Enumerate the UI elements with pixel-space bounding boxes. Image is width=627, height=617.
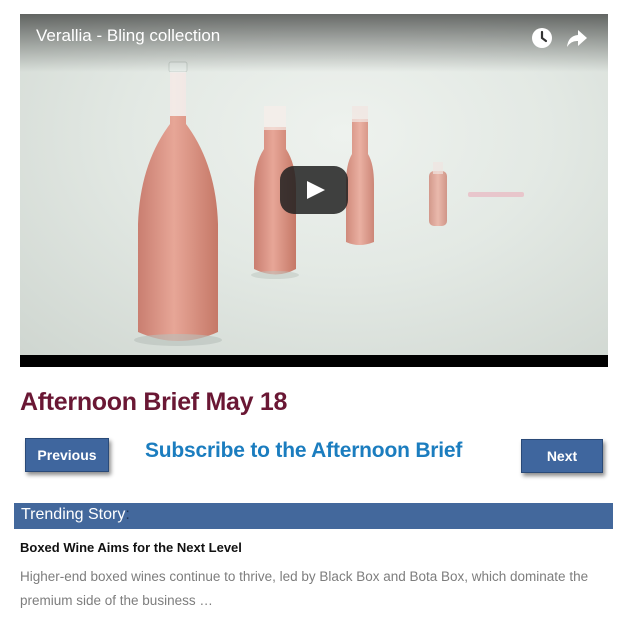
video-player[interactable]: Verallia - Bling collection [20, 14, 608, 367]
page-title: Afternoon Brief May 18 [20, 388, 288, 416]
trending-header: Trending Story: [14, 503, 613, 529]
next-button[interactable]: Next [521, 439, 603, 473]
story-title[interactable]: Boxed Wine Aims for the Next Level [20, 540, 242, 555]
trending-label-text: Trending Story [21, 506, 126, 523]
video-title[interactable]: Verallia - Bling collection [36, 26, 220, 46]
video-thumbnail[interactable]: Verallia - Bling collection [20, 14, 608, 355]
subscribe-link[interactable]: Subscribe to the Afternoon Brief [145, 439, 462, 463]
trending-label-separator: : [125, 506, 130, 523]
play-button[interactable] [280, 166, 348, 214]
clock-icon[interactable] [531, 27, 553, 49]
share-icon[interactable] [566, 27, 588, 49]
story-summary: Higher-end boxed wines continue to thriv… [20, 569, 589, 608]
previous-button[interactable]: Previous [25, 438, 109, 472]
play-icon [307, 181, 325, 199]
trending-label: Trending Story: [21, 506, 130, 524]
